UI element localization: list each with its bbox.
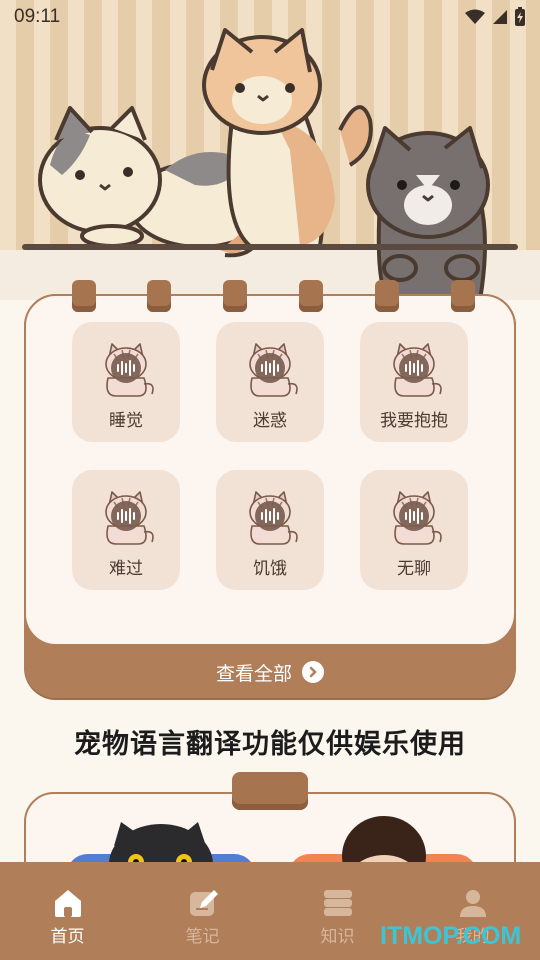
binder-ring [223,280,247,312]
sound-tile-bored[interactable]: 无聊 [360,470,468,590]
grey-cat [366,126,490,300]
nav-label: 笔记 [185,927,220,947]
sound-tile-hungry[interactable]: 饥饿 [216,470,324,590]
hero-illustration [0,0,540,300]
sound-tile-sleep[interactable]: 睡觉 [72,322,180,442]
cat-sounds-card: 睡觉 迷惑 我要抱抱 难过 饥饿 无聊 查看全部 [24,280,516,698]
sounds-grid: 睡觉 迷惑 我要抱抱 难过 饥饿 无聊 [72,322,472,590]
binder-ring [375,280,399,312]
view-all-button[interactable]: 查看全部 [24,654,516,690]
sound-tile-confused[interactable]: 迷惑 [216,322,324,442]
cat-sound-icon [94,486,158,546]
sound-label: 我要抱抱 [380,411,448,431]
shelf [22,244,518,250]
cat-sound-icon [382,338,446,398]
binder-ring [147,280,171,312]
book-icon [323,890,352,916]
watermark-text: ITMOP.COM [380,922,522,950]
cat-sounds-panel: 睡觉 迷惑 我要抱抱 难过 饥饿 无聊 [24,280,516,646]
nav-label: 知识 [320,927,355,947]
pets-card-tab [232,772,308,810]
wifi-icon [465,9,485,24]
nav-label: 首页 [50,927,85,947]
cat-sound-icon [94,338,158,398]
cat-sound-icon [382,486,446,546]
sound-label: 饥饿 [253,559,287,579]
cat-sound-icon [238,486,302,546]
sound-tile-sad[interactable]: 难过 [72,470,180,590]
note-icon [189,890,218,916]
binder-ring [72,280,96,312]
home-icon [54,890,81,917]
status-icons [464,7,526,27]
nav-knowledge[interactable]: 知识 [293,888,383,960]
sound-label: 睡觉 [109,411,143,431]
cats-illustration [38,28,490,300]
binder-ring [451,280,475,312]
view-all-label: 查看全部 [215,662,292,685]
sound-tile-hug[interactable]: 我要抱抱 [360,322,468,442]
cat-sound-icon [238,338,302,398]
disclaimer-text: 宠物语言翻译功能仅供娱乐使用 [74,729,466,760]
status-time: 09:11 [14,6,61,27]
sound-label: 难过 [109,559,143,579]
sound-label: 无聊 [397,559,431,579]
user-icon [459,890,486,917]
status-bar: 09:11 [0,0,540,34]
signal-icon [493,10,507,24]
battery-icon [515,7,525,26]
binder-ring [299,280,323,312]
nav-notes[interactable]: 笔记 [158,888,248,960]
sound-label: 迷惑 [253,411,287,431]
chevron-right-icon [302,661,324,683]
nav-home[interactable]: 首页 [23,888,113,960]
